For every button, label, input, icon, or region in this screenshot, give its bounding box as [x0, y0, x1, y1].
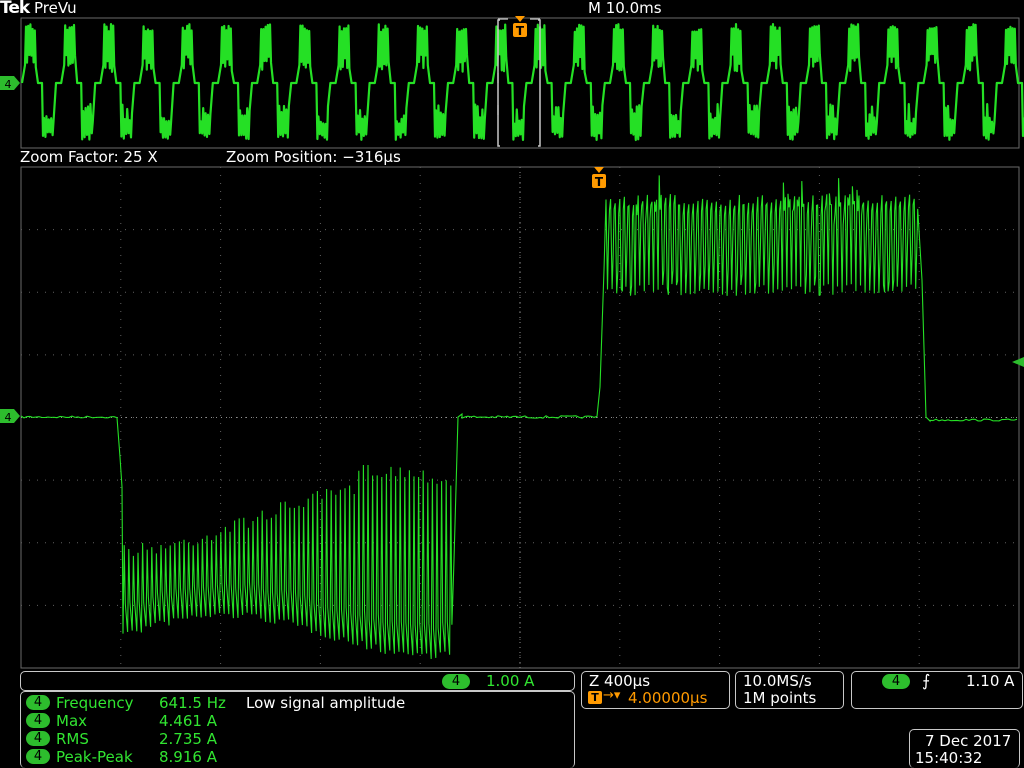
measurement-row[interactable]: 4 Frequency 641.5 Hz Low signal amplitud… — [26, 694, 566, 712]
zoom-graticule[interactable]: T 4 — [0, 160, 1024, 670]
rising-edge-icon: ⨍ — [922, 671, 931, 690]
measurement-row[interactable]: 4 Max 4.461 A — [26, 712, 566, 730]
trigger-position-marker: T — [592, 167, 606, 189]
overview-waveform — [20, 22, 1024, 142]
trigger-level: 1.10 A — [966, 672, 1015, 690]
time: 15:40:32 — [915, 749, 983, 767]
measurement-channel-badge: 4 — [26, 749, 50, 764]
overview-window[interactable]: T 4 — [0, 14, 1024, 152]
measurement-value: 4.461 A — [159, 712, 217, 730]
trigger-source-badge: 4 — [882, 674, 910, 689]
channel-scale-bar[interactable]: 4 1.00 A — [20, 671, 575, 691]
overview-ch4-marker: 4 — [0, 76, 20, 91]
measurement-note: Low signal amplitude — [246, 694, 406, 712]
date: 7 Dec 2017 — [925, 732, 1012, 750]
measurement-value: 641.5 Hz — [159, 694, 226, 712]
measurement-label: Max — [56, 712, 88, 730]
measurement-value: 2.735 A — [159, 730, 217, 748]
svg-text:T: T — [595, 175, 604, 189]
measurements-panel[interactable]: 4 Frequency 641.5 Hz Low signal amplitud… — [20, 691, 575, 768]
measurement-channel-badge: 4 — [26, 731, 50, 746]
zoom-waveform — [20, 175, 1018, 659]
trigger-delay-value: 4.00000µs — [628, 689, 708, 707]
overview-trigger-marker: T — [513, 16, 527, 38]
channel-4-badge: 4 — [442, 674, 470, 689]
measurement-label: Frequency — [56, 694, 134, 712]
acquisition-panel[interactable]: 10.0MS/s 1M points — [735, 671, 844, 709]
measurement-row[interactable]: 4 RMS 2.735 A — [26, 730, 566, 748]
measurement-channel-badge: 4 — [26, 695, 50, 710]
trigger-level-marker[interactable] — [1012, 357, 1024, 367]
svg-text:T: T — [516, 24, 525, 38]
record-length: 1M points — [743, 689, 817, 707]
measurement-label: Peak-Peak — [56, 748, 133, 766]
channel-4-scale: 1.00 A — [486, 672, 535, 690]
trigger-panel[interactable]: 4 ⨍ 1.10 A — [851, 671, 1023, 709]
overview-waveform-line — [20, 22, 1024, 142]
measurement-row[interactable]: 4 Peak-Peak 8.916 A — [26, 748, 566, 766]
delay-arrow-icon: →▾ — [603, 688, 621, 703]
measurement-value: 8.916 A — [159, 748, 217, 766]
zoom-waveform-line — [20, 175, 1018, 659]
datetime-panel: 7 Dec 2017 15:40:32 — [909, 729, 1020, 768]
ch4-ground-marker[interactable]: 4 — [0, 409, 20, 424]
sample-rate: 10.0MS/s — [743, 672, 812, 690]
svg-text:4: 4 — [5, 78, 12, 91]
measurement-label: RMS — [56, 730, 89, 748]
measurement-channel-badge: 4 — [26, 713, 50, 728]
trigger-delay-icon: T — [588, 691, 602, 704]
horizontal-panel[interactable]: Z 400µs T →▾ 4.00000µs — [581, 671, 730, 709]
svg-text:4: 4 — [5, 411, 12, 424]
